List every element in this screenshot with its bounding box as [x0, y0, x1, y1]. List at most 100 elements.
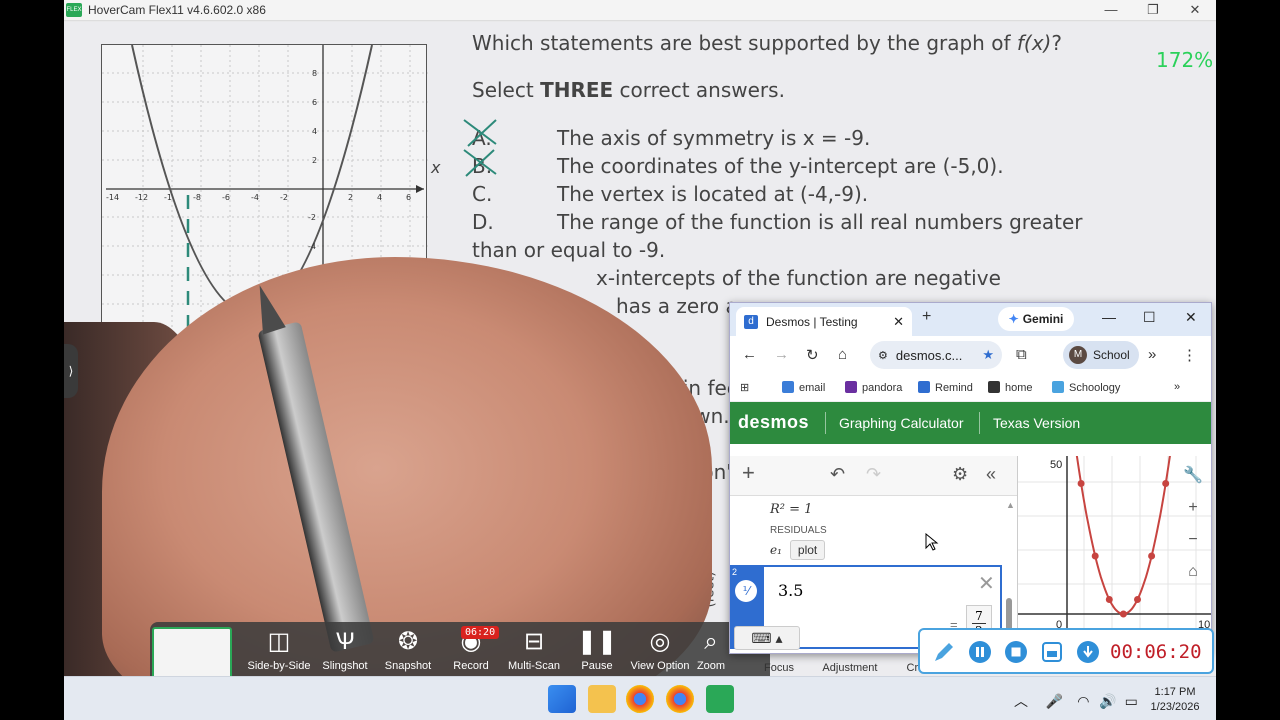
page-thumbnail[interactable] [152, 627, 232, 676]
chrome-window: d Desmos | Testing ✕ + ✦ Gemini — ☐ ✕ ← →… [729, 302, 1212, 654]
wifi-icon[interactable]: ◠ [1077, 693, 1089, 709]
taskbar-clock[interactable]: 1:17 PM 1/23/2026 [1140, 685, 1210, 715]
data-point[interactable] [1119, 610, 1127, 618]
pause-recording-icon[interactable] [968, 640, 992, 664]
adjustment-label[interactable]: Adjustment [822, 662, 877, 674]
minimize-icon[interactable]: — [1090, 0, 1132, 21]
more-bookmarks-icon[interactable]: » [1174, 381, 1180, 393]
reload-icon[interactable]: ↻ [806, 346, 819, 364]
more-tabs-icon[interactable]: » [1148, 346, 1156, 363]
settings-gear-icon[interactable]: ⚙ [952, 464, 968, 485]
window-capture-icon[interactable] [1040, 640, 1064, 664]
show-hidden-icons-icon[interactable]: ︿ [1014, 693, 1028, 709]
chrome-close-icon[interactable]: ✕ [1185, 309, 1197, 326]
x-tick: -2 [280, 193, 288, 202]
wrench-icon[interactable]: 🔧 [1179, 462, 1207, 490]
bookmark-schoology[interactable]: Schoology [1052, 381, 1120, 394]
bookmark-pandora[interactable]: pandora [845, 381, 902, 394]
chrome-icon[interactable] [666, 685, 694, 713]
home-view-icon[interactable]: ⌂ [1179, 558, 1207, 586]
undo-icon[interactable]: ↶ [830, 464, 845, 485]
nav-graphing-calculator[interactable]: Graphing Calculator [839, 415, 964, 431]
site-info-icon[interactable]: ⚙ [878, 349, 888, 362]
stop-recording-icon[interactable] [1004, 640, 1028, 664]
snapshot-button[interactable]: ❂ Snapshot [376, 628, 440, 672]
graph-paper[interactable]: 50 0 10 🔧 + − ⌂ [1018, 446, 1211, 653]
data-point[interactable] [1162, 480, 1170, 487]
address-bar-row: ← → ↻ ⌂ ⚙ desmos.c... ★ ⧉ M School » ⋮ [730, 336, 1211, 374]
hovercam-flex-icon[interactable] [706, 685, 734, 713]
multi-scan-button[interactable]: ⊟ Multi-Scan [502, 628, 566, 672]
bookmarks-bar: ⊞ email pandora Remind home Schoology » [730, 374, 1211, 402]
delete-expression-icon[interactable]: ✕ [978, 571, 995, 596]
focus-label[interactable]: Focus [764, 662, 794, 674]
chrome-profile-icon[interactable] [626, 685, 654, 713]
bookmark-email[interactable]: email [782, 381, 825, 394]
choice-text: The range of the function is all real nu… [557, 210, 1083, 234]
gemini-button[interactable]: ✦ Gemini [998, 307, 1074, 331]
choice-letter: C. [472, 182, 493, 206]
pause-button[interactable]: ❚❚ Pause [565, 628, 629, 672]
zoom-in-icon[interactable]: + [1179, 494, 1207, 522]
file-explorer-icon[interactable] [588, 685, 616, 713]
redo-icon[interactable]: ↷ [866, 464, 881, 485]
clock-time: 1:17 PM [1154, 686, 1196, 698]
desmos-logo[interactable]: desmos [738, 412, 809, 433]
choice-text: The vertex is located at (-4,-9). [557, 182, 869, 206]
restore-icon[interactable]: ❐ [1132, 0, 1174, 21]
start-icon[interactable] [548, 685, 576, 713]
camera-view: 172% -14 -12 -1 -8 -6 -4 -2 2 4 6 8 6 4 … [64, 22, 1216, 676]
bookmark-home[interactable]: home [988, 381, 1033, 394]
data-point[interactable] [1077, 480, 1085, 487]
slingshot-button[interactable]: Ѱ Slingshot [313, 628, 377, 672]
back-icon[interactable]: ← [742, 346, 757, 363]
add-expression-icon[interactable]: + [742, 460, 755, 486]
extensions-icon[interactable]: ⧉ [1016, 346, 1027, 363]
menu-icon[interactable]: ⋮ [1182, 346, 1197, 364]
scroll-up-icon[interactable]: ▲ [1006, 500, 1015, 510]
x-axis-label: x [431, 158, 441, 177]
side-by-side-button[interactable]: ◫ Side-by-Side [247, 628, 311, 672]
battery-icon[interactable]: ▭ [1125, 693, 1138, 709]
zoom-out-icon[interactable]: − [1179, 526, 1207, 554]
x-axis-arrow [416, 185, 424, 193]
data-point[interactable] [1105, 596, 1113, 603]
chrome-minimize-icon[interactable]: — [1102, 309, 1116, 325]
pause-icon: ❚❚ [576, 628, 618, 655]
data-point[interactable] [1091, 552, 1099, 560]
zoom-button[interactable]: ⌕ Zoom [688, 628, 734, 672]
data-point[interactable] [1134, 596, 1141, 603]
pen-icon[interactable] [932, 640, 956, 664]
microphone-icon[interactable]: 🎤 [1046, 693, 1063, 709]
chrome-maximize-icon[interactable]: ☐ [1143, 309, 1156, 326]
view-option-button[interactable]: ◎ View Option [628, 628, 692, 672]
volume-icon[interactable]: 🔊 [1099, 693, 1116, 709]
tab-desmos[interactable]: d Desmos | Testing ✕ [736, 307, 912, 336]
forward-icon[interactable]: → [774, 346, 789, 363]
data-point[interactable] [1148, 552, 1156, 560]
expand-side-panel-button[interactable]: ⟩ [64, 344, 78, 398]
crossed-out-marks [463, 119, 497, 177]
gemini-icon: ✦ [1008, 312, 1019, 326]
profile-button[interactable]: M School [1063, 341, 1139, 369]
question-stem: Which statements are best supported by t… [472, 31, 1062, 55]
tab-title: Desmos | Testing [766, 314, 858, 329]
choice-d-continued: than or equal to -9. [472, 238, 666, 262]
bookmark-remind[interactable]: Remind [918, 381, 973, 394]
choice-letter: D. [472, 210, 494, 234]
close-icon[interactable]: ✕ [1174, 0, 1216, 21]
close-tab-icon[interactable]: ✕ [893, 314, 904, 330]
url-bar[interactable]: ⚙ desmos.c... ★ [870, 341, 1002, 369]
download-icon[interactable] [1076, 640, 1100, 664]
plot-button[interactable]: plot [789, 540, 826, 560]
apps-grid-icon[interactable]: ⊞ [740, 381, 749, 394]
eye-icon: ◎ [649, 628, 671, 655]
nav-texas-version[interactable]: Texas Version [993, 415, 1080, 431]
collapse-list-icon[interactable]: « [986, 464, 996, 485]
hovercam-window: FLEX HoverCam Flex11 v4.6.602.0 x86 — ❐ … [64, 0, 1216, 720]
expression-input[interactable]: 3.5 [778, 581, 803, 600]
keypad-toggle-button[interactable]: ⌨ ▴ [734, 626, 800, 650]
new-tab-icon[interactable]: + [922, 308, 931, 326]
home-icon[interactable]: ⌂ [838, 346, 847, 363]
bookmark-star-icon[interactable]: ★ [982, 347, 994, 363]
